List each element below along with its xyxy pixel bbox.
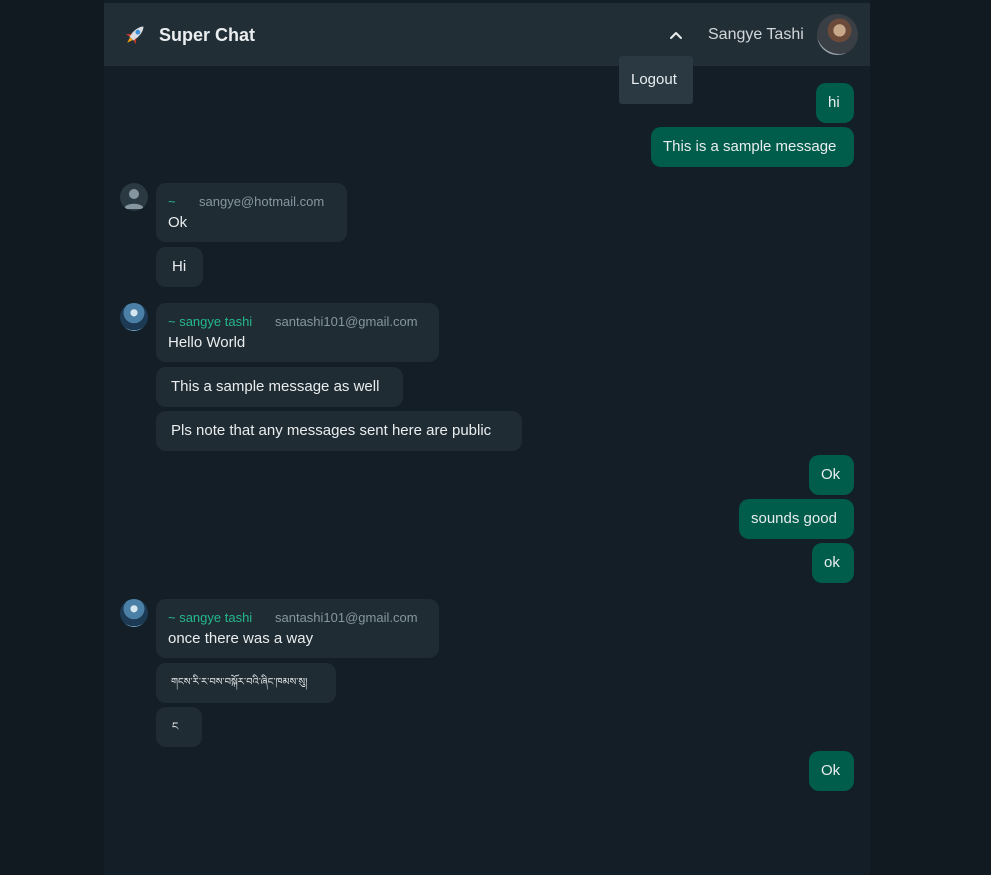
message-text: གངས་རི་ར་བས་བསྐོར་བའི་ཞིང་ཁམས་སུ། (171, 677, 308, 688)
app-header: Super Chat Sangye Tashi (104, 3, 870, 66)
rocket-icon (125, 26, 144, 45)
message-text: hi (828, 94, 840, 111)
sender-avatar (120, 183, 148, 211)
message-text: Ok (821, 762, 841, 779)
message-text: ང (172, 721, 179, 733)
outgoing-message: This is a sample message (651, 127, 854, 167)
incoming-message: This a sample message as well (156, 367, 403, 407)
incoming-message: Hi (156, 247, 203, 287)
message-text: sounds good (751, 510, 837, 527)
message-text: Ok (821, 466, 841, 483)
message-text: This is a sample message (663, 138, 837, 155)
sender-avatar (120, 599, 148, 627)
outgoing-message: hi (816, 83, 854, 123)
outgoing-message: ok (812, 543, 854, 583)
incoming-message: ང (156, 707, 202, 747)
chevron-up-icon[interactable] (667, 27, 685, 45)
outgoing-message: Ok (809, 751, 854, 791)
incoming-message: ~ sangye tashi santashi101@gmail.com onc… (156, 599, 439, 658)
incoming-message: ~ sangye@hotmail.com Ok (156, 183, 347, 242)
sender-name: ~ sangye tashi (168, 610, 253, 625)
outgoing-message: Ok (809, 455, 854, 495)
message-text: Ok (168, 214, 188, 231)
outgoing-message: sounds good (739, 499, 854, 539)
user-avatar[interactable] (817, 14, 858, 55)
message-text: This a sample message as well (171, 378, 380, 395)
logout-menu-item[interactable]: Logout (619, 56, 693, 104)
sender-avatar (120, 303, 148, 331)
message-text: Hi (172, 258, 187, 275)
message-text: Pls note that any messages sent here are… (171, 422, 492, 439)
message-text: once there was a way (168, 630, 314, 647)
incoming-message: གངས་རི་ར་བས་བསྐོར་བའི་ཞིང་ཁམས་སུ། (156, 663, 336, 703)
incoming-message: Pls note that any messages sent here are… (156, 411, 522, 451)
app-title: Super Chat (159, 25, 256, 45)
sender-name: ~ (168, 194, 176, 209)
sender-name: ~ sangye tashi (168, 314, 253, 329)
message-text: ok (824, 554, 840, 571)
sender-email: santashi101@gmail.com (275, 314, 418, 329)
sender-email: sangye@hotmail.com (199, 194, 325, 209)
user-name: Sangye Tashi (708, 26, 804, 43)
sender-email: santashi101@gmail.com (275, 610, 418, 625)
logout-label: Logout (631, 71, 677, 88)
incoming-message: ~ sangye tashi santashi101@gmail.com Hel… (156, 303, 439, 362)
user-silhouette-icon (124, 189, 144, 209)
message-text: Hello World (168, 334, 246, 351)
